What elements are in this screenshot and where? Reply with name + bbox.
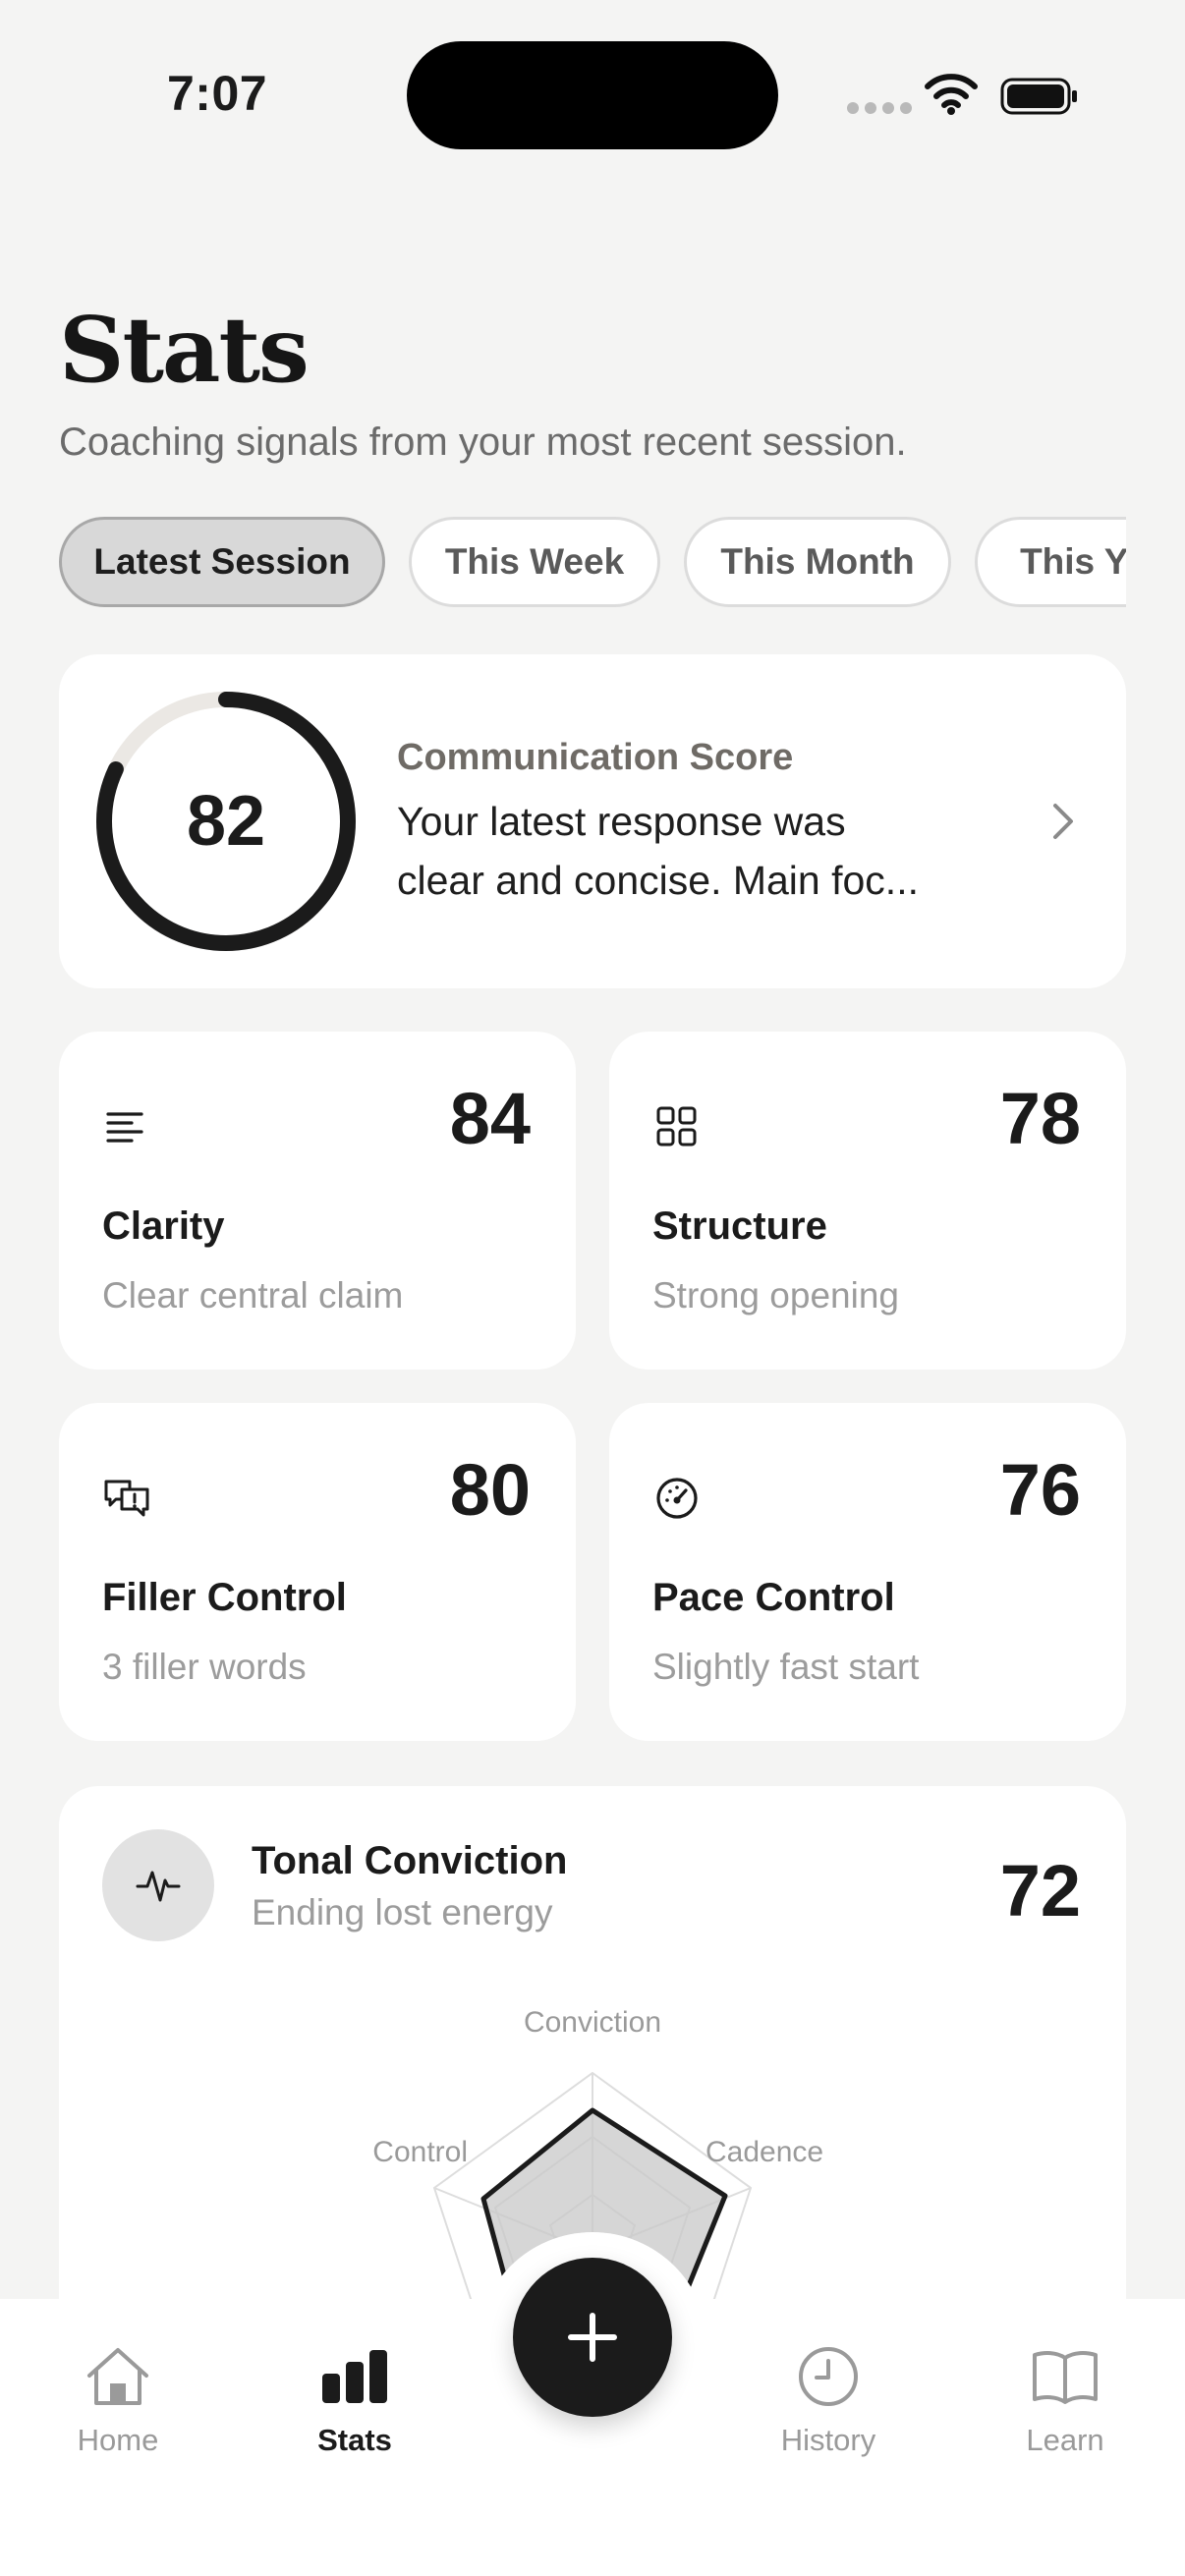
score-label: Communication Score <box>397 737 794 778</box>
period-tabs: Latest Session This Week This Month This… <box>59 517 1126 609</box>
metric-value: 84 <box>449 1078 531 1159</box>
chevron-right-icon <box>1053 804 1073 839</box>
metric-title: Pace Control <box>652 1576 895 1619</box>
metric-value: 76 <box>999 1449 1081 1531</box>
tab-this-week[interactable]: This Week <box>409 517 660 607</box>
metric-subtitle: Slightly fast start <box>652 1647 920 1687</box>
metric-subtitle: Strong opening <box>652 1275 899 1316</box>
score-value: 82 <box>186 782 266 861</box>
metric-subtitle: 3 filler words <box>102 1647 307 1687</box>
home-icon <box>87 2348 148 2405</box>
metric-subtitle: Clear central claim <box>102 1275 404 1316</box>
metric-card-clarity[interactable]: 84 Clarity Clear central claim <box>59 1032 576 1370</box>
nav-label: Stats <box>317 2423 392 2457</box>
nav-home[interactable]: Home <box>39 2340 197 2458</box>
nav-history[interactable]: History <box>750 2340 907 2458</box>
radar-label-left: Control <box>372 2136 468 2168</box>
metric-card-filler-control[interactable]: 80 Filler Control 3 filler words <box>59 1403 576 1741</box>
clock-icon <box>799 2347 858 2406</box>
metric-title: Clarity <box>102 1204 225 1248</box>
new-session-button[interactable] <box>513 2258 672 2417</box>
stats-screen: 7:07 Stats Coaching signals from your mo… <box>0 0 1185 2576</box>
nav-stats[interactable]: Stats <box>276 2340 433 2458</box>
metric-value: 78 <box>999 1078 1081 1159</box>
page-subtitle: Coaching signals from your most recent s… <box>59 420 907 464</box>
communication-score-card[interactable]: 82 Communication Score Your latest respo… <box>59 654 1126 988</box>
score-description-line-1: Your latest response was <box>397 799 846 844</box>
battery-icon <box>1000 78 1077 115</box>
metric-title: Filler Control <box>102 1576 347 1619</box>
wifi-icon <box>925 74 978 115</box>
score-description: Your latest response was clear and conci… <box>397 792 987 910</box>
radar-label-top: Conviction <box>524 2006 661 2039</box>
status-time: 7:07 <box>167 66 268 121</box>
metric-card-pace-control[interactable]: 76 Pace Control Slightly fast start <box>609 1403 1126 1741</box>
tab-this-month[interactable]: This Month <box>684 517 951 607</box>
speech-bubbles-alert-icon <box>104 1480 149 1517</box>
dynamic-island <box>407 41 778 149</box>
nav-label: Learn <box>1026 2423 1104 2457</box>
nav-label: Home <box>77 2423 159 2457</box>
metric-title: Structure <box>652 1204 827 1248</box>
cellular-signal-icon <box>847 102 912 114</box>
tab-this-year[interactable]: This Year <box>975 517 1126 607</box>
score-description-line-2: clear and concise. Main foc... <box>397 858 919 903</box>
metric-card-structure[interactable]: 78 Structure Strong opening <box>609 1032 1126 1370</box>
speedometer-icon <box>656 1478 698 1519</box>
grid-icon <box>656 1106 697 1147</box>
radar-label-right: Cadence <box>705 2136 823 2168</box>
page-title: Stats <box>59 297 310 403</box>
plus-icon <box>568 2313 617 2362</box>
lines-icon <box>106 1112 143 1143</box>
nav-label: History <box>780 2423 876 2457</box>
book-icon <box>1033 2351 1098 2404</box>
bar-chart-icon <box>322 2350 387 2403</box>
nav-learn[interactable]: Learn <box>987 2340 1144 2458</box>
tab-latest-session[interactable]: Latest Session <box>59 517 385 607</box>
metric-value: 80 <box>449 1449 531 1531</box>
